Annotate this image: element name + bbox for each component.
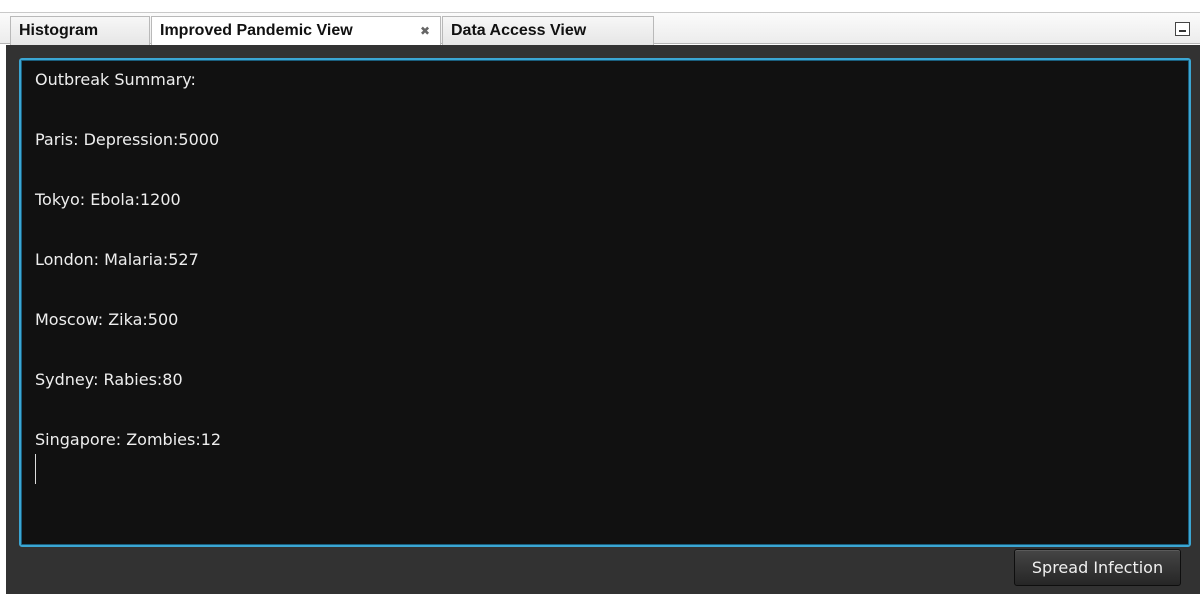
tab-label: Improved Pandemic View: [160, 22, 353, 39]
tab-improved-pandemic-view[interactable]: Improved Pandemic View ✖: [151, 16, 441, 46]
summary-line: Paris: Depression:5000: [35, 130, 220, 149]
summary-line: Tokyo: Ebola:1200: [35, 190, 181, 209]
tab-label: Data Access View: [451, 22, 587, 39]
tab-histogram[interactable]: Histogram: [10, 16, 150, 45]
summary-line: Sydney: Rabies:80: [35, 370, 183, 389]
tab-bar: Histogram Improved Pandemic View ✖ Data …: [0, 12, 1200, 46]
outbreak-summary-textarea[interactable]: Outbreak Summary: Paris: Depression:5000…: [19, 58, 1191, 547]
summary-heading: Outbreak Summary:: [35, 70, 196, 89]
minimize-icon[interactable]: [1175, 22, 1190, 36]
pandemic-view-panel: Outbreak Summary: Paris: Depression:5000…: [6, 45, 1200, 594]
summary-line: Singapore: Zombies:12: [35, 430, 222, 449]
spread-infection-button[interactable]: Spread Infection: [1014, 549, 1181, 586]
text-caret: [35, 454, 36, 484]
tab-data-access-view[interactable]: Data Access View: [442, 16, 654, 45]
tab-label: Histogram: [19, 22, 99, 39]
summary-line: London: Malaria:527: [35, 250, 199, 269]
close-icon[interactable]: ✖: [420, 17, 430, 45]
summary-line: Moscow: Zika:500: [35, 310, 179, 329]
